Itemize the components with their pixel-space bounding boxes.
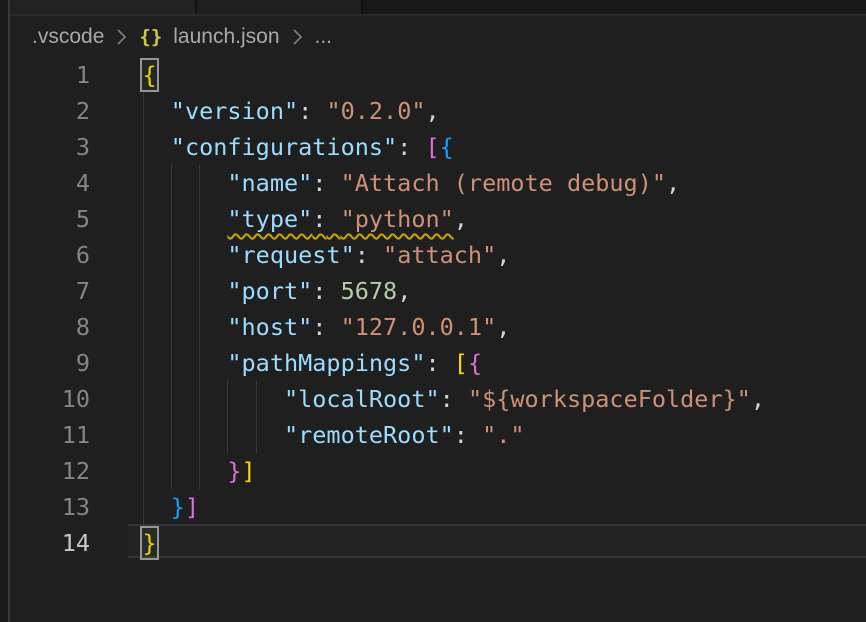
sidebar-edge <box>0 0 10 622</box>
code-line[interactable]: 2 "version": "0.2.0", <box>0 93 866 129</box>
line-number[interactable]: 13 <box>0 489 90 525</box>
code-text: "request": "attach", <box>143 237 511 273</box>
line-number[interactable]: 6 <box>0 237 90 273</box>
code-line[interactable]: 14} <box>0 525 866 561</box>
line-number[interactable]: 2 <box>0 93 90 129</box>
bracket-match-box <box>140 526 159 560</box>
code-line[interactable]: 7 "port": 5678, <box>0 273 866 309</box>
code-text: "host": "127.0.0.1", <box>143 309 511 345</box>
line-number[interactable]: 5 <box>0 201 90 237</box>
breadcrumb-symbol-more[interactable]: ... <box>315 25 333 49</box>
tab-inactive[interactable] <box>197 0 361 14</box>
breadcrumb-file[interactable]: launch.json <box>173 25 279 49</box>
line-number[interactable]: 9 <box>0 345 90 381</box>
line-number[interactable]: 3 <box>0 129 90 165</box>
line-number[interactable]: 14 <box>0 525 90 561</box>
code-editor[interactable]: 1{2 "version": "0.2.0",3 "configurations… <box>0 57 866 577</box>
code-text: "pathMappings": [{ <box>143 345 483 381</box>
code-line[interactable]: 8 "host": "127.0.0.1", <box>0 309 866 345</box>
tab-bar-empty <box>363 0 866 14</box>
code-text: }] <box>143 489 200 525</box>
breadcrumb: .vscode {} launch.json ... <box>12 16 866 57</box>
line-number[interactable]: 4 <box>0 165 90 201</box>
chevron-right-icon <box>115 26 128 48</box>
code-text: "name": "Attach (remote debug)", <box>143 165 681 201</box>
line-number[interactable]: 1 <box>0 57 90 93</box>
tab-active[interactable] <box>0 0 195 14</box>
code-text: "type": "python", <box>143 201 468 237</box>
code-line[interactable]: 13 }] <box>0 489 866 525</box>
line-number[interactable]: 8 <box>0 309 90 345</box>
code-text: "remoteRoot": "." <box>143 417 525 453</box>
code-line[interactable]: 12 }] <box>0 453 866 489</box>
code-text: "localRoot": "${workspaceFolder}", <box>143 381 766 417</box>
code-text: }] <box>143 453 256 489</box>
code-text: "port": 5678, <box>143 273 412 309</box>
line-number[interactable]: 11 <box>0 417 90 453</box>
code-text: "configurations": [{ <box>143 129 454 165</box>
code-line[interactable]: 6 "request": "attach", <box>0 237 866 273</box>
code-line[interactable]: 11 "remoteRoot": "." <box>0 417 866 453</box>
line-number[interactable]: 12 <box>0 453 90 489</box>
code-line[interactable]: 1{ <box>0 57 866 93</box>
tab-bar <box>0 0 866 14</box>
code-line[interactable]: 4 "name": "Attach (remote debug)", <box>0 165 866 201</box>
line-number[interactable]: 7 <box>0 273 90 309</box>
code-text: "version": "0.2.0", <box>143 93 440 129</box>
code-line[interactable]: 10 "localRoot": "${workspaceFolder}", <box>0 381 866 417</box>
code-line[interactable]: 9 "pathMappings": [{ <box>0 345 866 381</box>
json-file-icon: {} <box>139 26 162 48</box>
breadcrumb-folder[interactable]: .vscode <box>32 25 104 49</box>
line-number[interactable]: 10 <box>0 381 90 417</box>
code-line[interactable]: 5 "type": "python", <box>0 201 866 237</box>
code-line[interactable]: 3 "configurations": [{ <box>0 129 866 165</box>
bracket-match-box <box>140 58 159 92</box>
chevron-right-icon <box>291 26 304 48</box>
